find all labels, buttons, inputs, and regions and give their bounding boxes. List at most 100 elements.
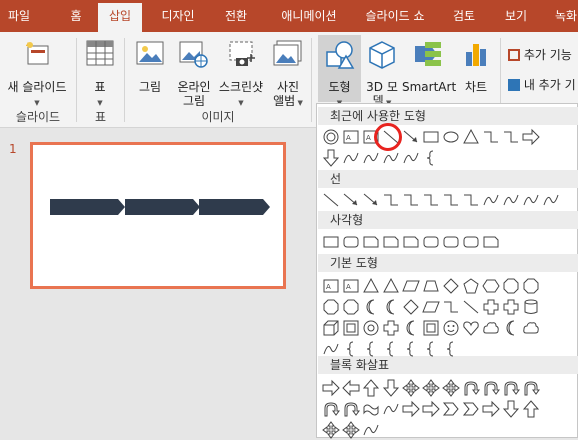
arrowline-shape-icon[interactable] [341,190,361,210]
brace-shape-icon[interactable] [421,148,441,168]
trap-shape-icon[interactable] [421,276,441,296]
textbox-shape-icon[interactable]: A [341,127,361,147]
curve-shape-icon[interactable] [501,190,521,210]
elbow-shape-icon[interactable] [441,190,461,210]
moon-shape-icon[interactable] [501,318,521,338]
elbow-shape-icon[interactable] [461,190,481,210]
cross-shape-icon[interactable] [381,318,401,338]
circle-shape-icon[interactable] [321,127,341,147]
oct-shape-icon[interactable] [341,297,361,317]
tab-record[interactable]: 녹화 [546,0,578,32]
wave-shape-icon[interactable] [361,399,381,419]
cloud-shape-icon[interactable] [521,318,541,338]
uturn-shape-icon[interactable] [501,378,521,398]
brace-shape-icon[interactable] [421,339,441,359]
brace-shape-icon[interactable] [401,339,421,359]
cloud-shape-icon[interactable] [481,318,501,338]
curve-shape-icon[interactable] [341,148,361,168]
cross-shape-icon[interactable] [501,297,521,317]
dnarrow-shape-icon[interactable] [381,378,401,398]
para-shape-icon[interactable] [401,276,421,296]
quad-shape-icon[interactable] [421,378,441,398]
elbow-shape-icon[interactable] [401,190,421,210]
moon-shape-icon[interactable] [381,297,401,317]
rtarrow-shape-icon[interactable] [481,399,501,419]
rtarrow-shape-icon[interactable] [321,378,341,398]
my-addins-button[interactable]: 내 추가 기 [508,76,578,94]
rrect-shape-icon[interactable] [461,232,481,252]
chevron-shape-icon[interactable] [441,399,461,419]
arrowline-shape-icon[interactable] [361,190,381,210]
elbow-shape-icon[interactable] [481,127,501,147]
donut-shape-icon[interactable] [361,318,381,338]
rect-shape-icon[interactable] [321,232,341,252]
snip-shape-icon[interactable] [381,232,401,252]
rect-shape-icon[interactable] [421,127,441,147]
dnarrow-shape-icon[interactable] [501,399,521,419]
textbox-shape-icon[interactable]: A [321,276,341,296]
new-slide-button[interactable]: 새 슬라이드 ▼ [2,40,72,107]
quad-shape-icon[interactable] [441,378,461,398]
oct-shape-icon[interactable] [321,297,341,317]
quad-shape-icon[interactable] [321,420,341,440]
para-shape-icon[interactable] [421,297,441,317]
snip-shape-icon[interactable] [401,232,421,252]
tab-animations[interactable]: 애니메이션 [266,0,352,32]
slide-thumbnail[interactable] [30,142,286,289]
tab-review[interactable]: 검토 [442,0,486,32]
uturn-shape-icon[interactable] [461,378,481,398]
moon-shape-icon[interactable] [401,318,421,338]
heart-shape-icon[interactable] [461,318,481,338]
tri-shape-icon[interactable] [381,276,401,296]
uturn-shape-icon[interactable] [321,399,341,419]
curve-shape-icon[interactable] [541,190,561,210]
line-shape-icon[interactable] [321,190,341,210]
upattn-shape-icon[interactable] [521,399,541,419]
uturn-shape-icon[interactable] [341,399,361,419]
screenshot-button[interactable]: 스크린샷 ▼ [214,40,268,107]
diamond-shape-icon[interactable] [401,297,421,317]
oval-shape-icon[interactable] [441,127,461,147]
cross-shape-icon[interactable] [481,297,501,317]
rtarrow-shape-icon[interactable] [521,127,541,147]
rtarrow-shape-icon[interactable] [421,399,441,419]
tab-transitions[interactable]: 전환 [214,0,258,32]
dnarrow-shape-icon[interactable] [321,148,341,168]
tab-view[interactable]: 보기 [494,0,538,32]
curve-shape-icon[interactable] [381,399,401,419]
elbow-shape-icon[interactable] [441,297,461,317]
upattn-shape-icon[interactable] [361,378,381,398]
snip-shape-icon[interactable] [361,232,381,252]
brace-shape-icon[interactable] [341,339,361,359]
brace-shape-icon[interactable] [381,339,401,359]
curve-shape-icon[interactable] [521,190,541,210]
curve-shape-icon[interactable] [321,339,341,359]
chevron-shape-icon[interactable] [461,399,481,419]
curve-shape-icon[interactable] [361,148,381,168]
brace-shape-icon[interactable] [441,339,461,359]
elbow-shape-icon[interactable] [421,190,441,210]
lfarrow-shape-icon[interactable] [341,378,361,398]
curve-shape-icon[interactable] [481,190,501,210]
elbow-shape-icon[interactable] [501,127,521,147]
shapes-button[interactable]: 도형 ▼ [318,40,361,107]
pent-shape-icon[interactable] [461,276,481,296]
elbow-shape-icon[interactable] [381,190,401,210]
textbox-shape-icon[interactable]: A [341,276,361,296]
tab-home[interactable]: 홈 [60,0,92,32]
picture-button[interactable]: 그림 [132,40,168,102]
rtarrow-shape-icon[interactable] [401,399,421,419]
curve-shape-icon[interactable] [401,148,421,168]
3d-model-button[interactable]: 3D 모 델 ▼ [362,40,402,108]
tri-shape-icon[interactable] [461,127,481,147]
uturn-shape-icon[interactable] [481,378,501,398]
rrect-shape-icon[interactable] [341,232,361,252]
line-shape-icon[interactable] [461,297,481,317]
tab-file[interactable]: 파일 [0,0,38,32]
tab-slideshow[interactable]: 슬라이드 쇼 [356,0,434,32]
tab-design[interactable]: 디자인 [150,0,206,32]
tri-shape-icon[interactable] [361,276,381,296]
cube-shape-icon[interactable] [321,318,341,338]
online-picture-button[interactable]: 온라인 그림 [172,40,216,108]
rrect-shape-icon[interactable] [441,232,461,252]
